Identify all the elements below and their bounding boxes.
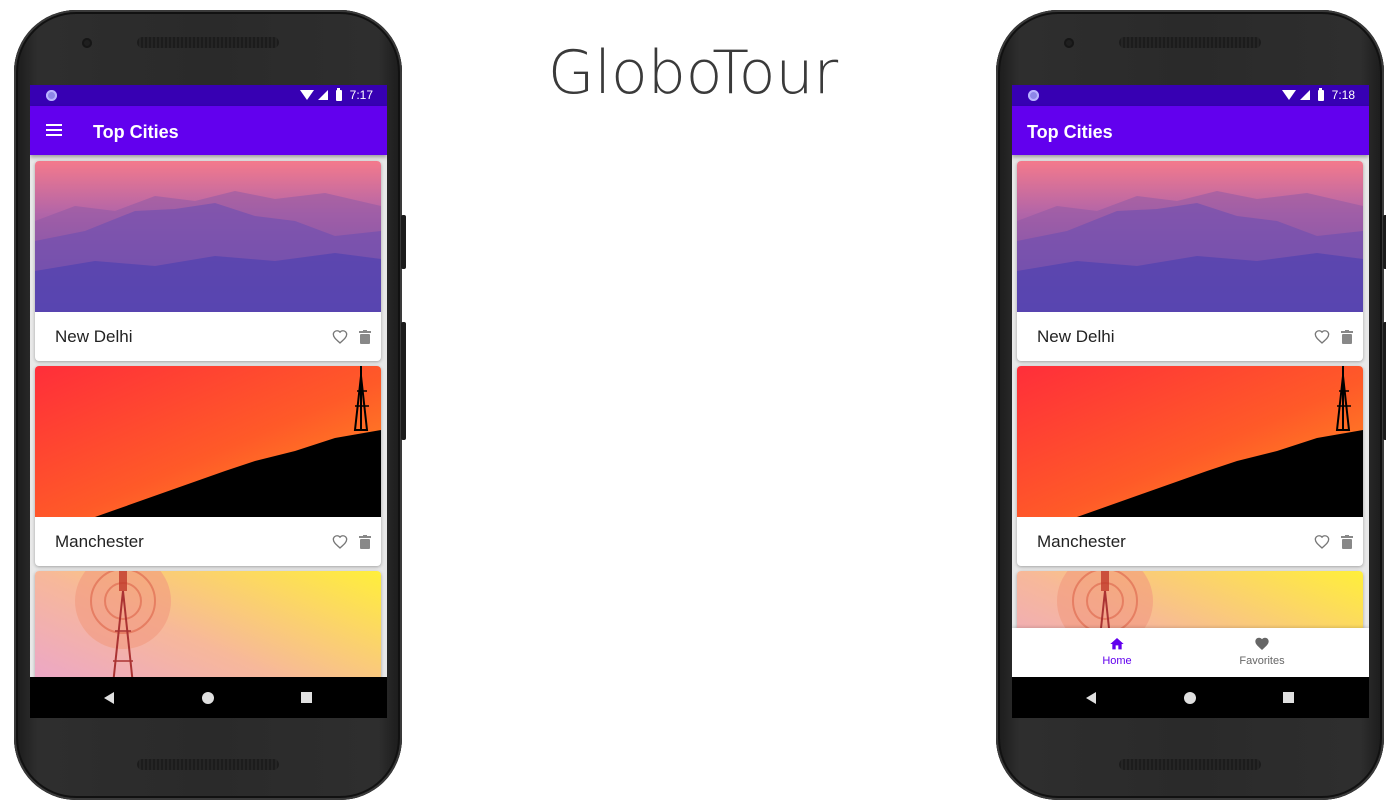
back-icon[interactable] — [1086, 692, 1096, 704]
city-card[interactable]: New Delhi — [35, 161, 381, 361]
phone-right: 7:18 Top Cities New Delhi Manchester Hom… — [996, 10, 1386, 800]
back-icon[interactable] — [104, 692, 114, 704]
status-bar: 7:17 — [30, 85, 387, 106]
city-list[interactable]: New Delhi Manchester — [30, 155, 387, 677]
app-bar-title: Top Cities — [1027, 122, 1113, 142]
app-bar: Top Cities — [30, 106, 387, 155]
heart-filled-icon — [1255, 637, 1269, 650]
screen: 7:17 Top Cities New Delhi Manchester — [30, 85, 387, 718]
speaker-bottom — [137, 759, 279, 770]
favorite-icon[interactable] — [1314, 534, 1330, 550]
phone-left: 7:17 Top Cities New Delhi Manchester — [14, 10, 406, 800]
bottom-navigation: Home Favorites — [1012, 628, 1369, 677]
signal-icon — [1299, 90, 1310, 100]
city-image — [35, 366, 381, 517]
recents-icon[interactable] — [1283, 692, 1294, 703]
system-nav-bar — [30, 677, 387, 718]
screen: 7:18 Top Cities New Delhi Manchester Hom… — [1012, 85, 1369, 718]
battery-icon — [335, 87, 342, 101]
delete-icon[interactable] — [359, 535, 371, 549]
city-list[interactable]: New Delhi Manchester — [1012, 155, 1369, 677]
city-name: New Delhi — [1037, 327, 1115, 346]
nav-favorites-label: Favorites — [1239, 655, 1285, 667]
city-image — [35, 571, 381, 677]
home-button-icon[interactable] — [202, 692, 214, 704]
speaker-top — [137, 37, 279, 48]
app-bar: Top Cities — [1012, 106, 1369, 155]
delete-icon[interactable] — [1341, 535, 1353, 549]
nav-home[interactable]: Home — [1057, 636, 1177, 667]
front-camera — [82, 38, 92, 48]
status-time: 7:18 — [1331, 88, 1355, 102]
power-button — [401, 322, 406, 440]
home-button-icon[interactable] — [1184, 692, 1196, 704]
city-card[interactable] — [35, 571, 381, 677]
speaker-top — [1119, 37, 1261, 48]
nav-home-label: Home — [1102, 655, 1132, 667]
front-camera — [1064, 38, 1074, 48]
notification-icon — [1028, 90, 1039, 101]
city-image — [35, 161, 381, 312]
city-name: New Delhi — [55, 327, 133, 346]
city-name: Manchester — [55, 532, 144, 551]
recents-icon[interactable] — [301, 692, 312, 703]
app-bar-title: Top Cities — [93, 122, 179, 142]
notification-icon — [46, 90, 57, 101]
city-card[interactable]: Manchester — [35, 366, 381, 566]
volume-button — [401, 215, 406, 269]
battery-icon — [1317, 87, 1324, 101]
favorite-icon[interactable] — [332, 534, 348, 550]
city-card[interactable]: Manchester — [1017, 366, 1363, 566]
nav-favorites[interactable]: Favorites — [1202, 636, 1322, 667]
delete-icon[interactable] — [359, 330, 371, 344]
wifi-icon — [1281, 90, 1296, 100]
city-name: Manchester — [1037, 532, 1126, 551]
delete-icon[interactable] — [1341, 330, 1353, 344]
status-time: 7:17 — [349, 88, 373, 102]
favorite-icon[interactable] — [1314, 329, 1330, 345]
city-image — [1017, 366, 1363, 517]
city-card[interactable]: New Delhi — [1017, 161, 1363, 361]
menu-icon[interactable] — [46, 124, 62, 136]
system-nav-bar — [1012, 677, 1369, 718]
speaker-bottom — [1119, 759, 1261, 770]
home-icon — [1110, 638, 1124, 650]
status-bar: 7:18 — [1012, 85, 1369, 106]
favorite-icon[interactable] — [332, 329, 348, 345]
city-image — [1017, 161, 1363, 312]
wifi-icon — [299, 90, 314, 100]
signal-icon — [317, 90, 328, 100]
